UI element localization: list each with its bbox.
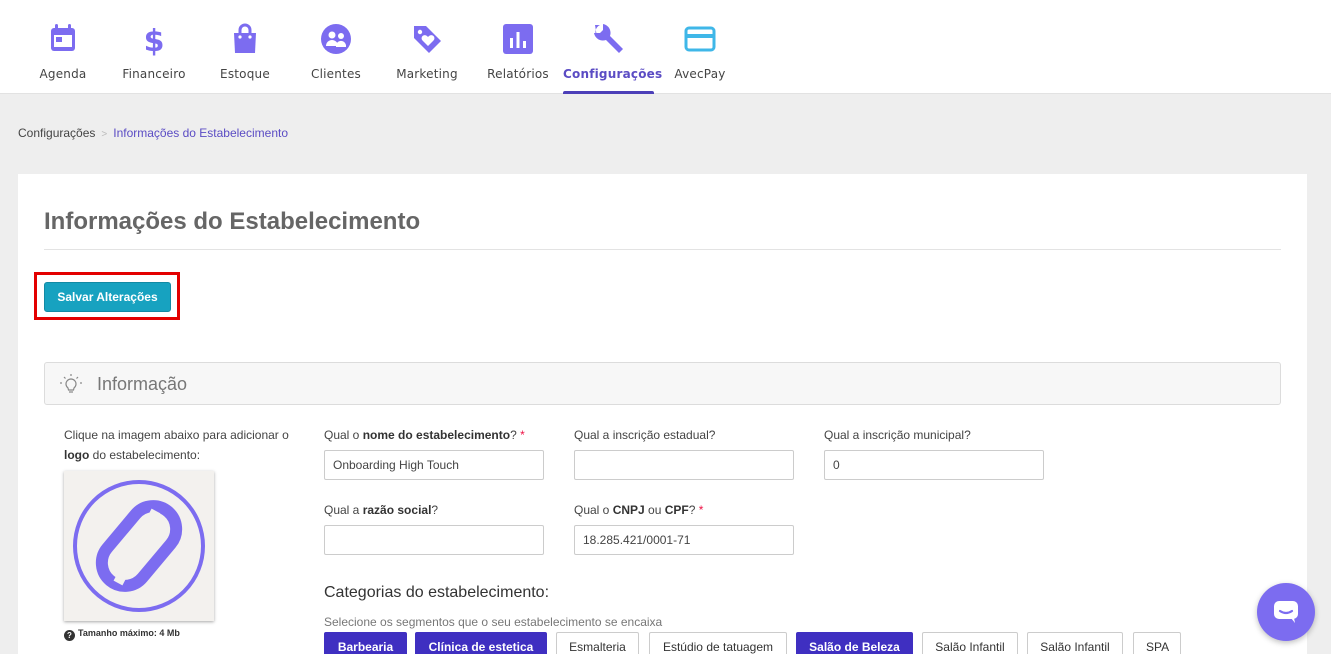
breadcrumb-separator: > [101, 129, 108, 140]
label-text: Qual a [324, 503, 363, 517]
required-mark: * [698, 503, 704, 517]
inscricao-municipal-input[interactable] [824, 450, 1044, 480]
dollar-icon: $ [144, 24, 165, 56]
label-text: Qual o [574, 503, 613, 517]
credit-card-icon [684, 26, 716, 52]
category-chip-salao-infantil[interactable]: Salão Infantil [1027, 632, 1123, 654]
nome-input[interactable] [324, 450, 544, 480]
nav-item-relatorios[interactable]: Relatórios [484, 0, 552, 94]
logo-hint: Clique na imagem abaixo para adicionar o… [64, 425, 289, 465]
category-chip-salao-infantil[interactable]: Salão Infantil [922, 632, 1018, 654]
razao-social-input[interactable] [324, 525, 544, 555]
nav-label: Configurações [563, 67, 663, 81]
section-title: Informação [97, 374, 188, 394]
label-text: Qual o [324, 428, 363, 442]
section-header-informacao[interactable]: Informação [44, 362, 1281, 405]
title-divider [44, 249, 1281, 250]
logo-upload[interactable] [64, 471, 214, 621]
label-bold: CPF [664, 503, 689, 517]
label-cnpj: Qual o CNPJ ou CPF? * [574, 503, 703, 517]
tag-heart-icon [414, 26, 441, 53]
label-nome: Qual o nome do estabelecimento? * [324, 428, 525, 442]
nav-item-clientes[interactable]: Clientes [306, 0, 366, 94]
nav-item-configuracoes[interactable]: Configurações [563, 0, 663, 94]
save-button[interactable]: Salvar Alterações [44, 282, 171, 312]
chat-launcher-button[interactable] [1257, 583, 1315, 641]
label-text: ? [431, 503, 439, 517]
nav-item-marketing[interactable]: Marketing [392, 0, 462, 94]
logo-size-text: Tamanho máximo: 4 Mb [78, 628, 180, 638]
breadcrumb-root[interactable]: Configurações [18, 126, 95, 140]
help-icon: ? [64, 630, 75, 641]
logo-hint-suffix: do estabelecimento: [89, 448, 201, 462]
nav-label: AvecPay [674, 67, 726, 81]
svg-text:$: $ [144, 24, 165, 56]
label-inscricao-municipal: Qual a inscrição municipal? [824, 428, 971, 442]
required-mark: * [520, 428, 525, 442]
nav-label: Relatórios [487, 67, 549, 81]
category-chip-salao-beleza[interactable]: Salão de Beleza [796, 632, 913, 654]
breadcrumb: Configurações > Informações do Estabelecim… [18, 126, 288, 140]
logo-size-note: ? Tamanho máximo: 4 Mb [64, 628, 180, 641]
nav-item-estoque[interactable]: Estoque [215, 0, 275, 94]
page-title: Informações do Estabelecimento [44, 208, 421, 235]
label-text: ? [688, 503, 696, 517]
users-icon [321, 24, 351, 54]
label-text: ? [510, 428, 517, 442]
categories-title: Categorias do estabelecimento: [324, 584, 550, 601]
nav-label: Clientes [311, 67, 361, 81]
category-chip-spa[interactable]: SPA [1133, 632, 1181, 654]
category-chip-barbearia[interactable]: Barbearia [324, 632, 407, 654]
calendar-icon [51, 24, 75, 51]
top-navigation: Agenda $ Financeiro Estoque Clientes Mar… [0, 0, 1331, 94]
nav-item-financeiro[interactable]: $ Financeiro [120, 0, 188, 94]
chat-bubble-icon [1274, 601, 1298, 623]
category-chip-estudio-tatuagem[interactable]: Estúdio de tatuagem [649, 632, 787, 654]
label-bold: nome do estabelecimento [362, 428, 511, 442]
cnpj-input[interactable] [574, 525, 794, 555]
nav-label: Estoque [220, 67, 270, 81]
nav-label: Marketing [396, 67, 458, 81]
category-chip-esmalteria[interactable]: Esmalteria [556, 632, 639, 654]
bar-chart-icon [503, 24, 533, 54]
shopping-bag-icon [234, 23, 256, 53]
nav-item-avecpay[interactable]: AvecPay [670, 0, 730, 94]
logo-hint-bold: logo [64, 448, 90, 462]
settings-card: Informações do Estabelecimento Salvar Al… [18, 174, 1307, 654]
inscricao-estadual-input[interactable] [574, 450, 794, 480]
categories-subtitle: Selecione os segmentos que o seu estabel… [324, 615, 663, 629]
avec-logo-image [73, 480, 205, 612]
active-tab-indicator [563, 91, 654, 94]
label-razao-social: Qual a razão social? [324, 503, 438, 517]
category-chip-clinica-estetica[interactable]: Clínica de estetica [415, 632, 547, 654]
nav-item-agenda[interactable]: Agenda [34, 0, 92, 94]
label-bold: razão social [362, 503, 432, 517]
save-button-highlight: Salvar Alterações [34, 272, 180, 320]
wrench-icon [593, 24, 623, 53]
label-bold: CNPJ [612, 503, 645, 517]
breadcrumb-current: Informações do Estabelecimento [113, 126, 288, 140]
logo-hint-prefix: Clique na imagem abaixo para adicionar o [64, 428, 289, 442]
nav-label: Agenda [39, 67, 87, 81]
lightbulb-icon [60, 374, 82, 393]
label-inscricao-estadual: Qual a inscrição estadual? [574, 428, 716, 442]
label-text: ou [644, 503, 665, 517]
nav-label: Financeiro [122, 67, 186, 81]
